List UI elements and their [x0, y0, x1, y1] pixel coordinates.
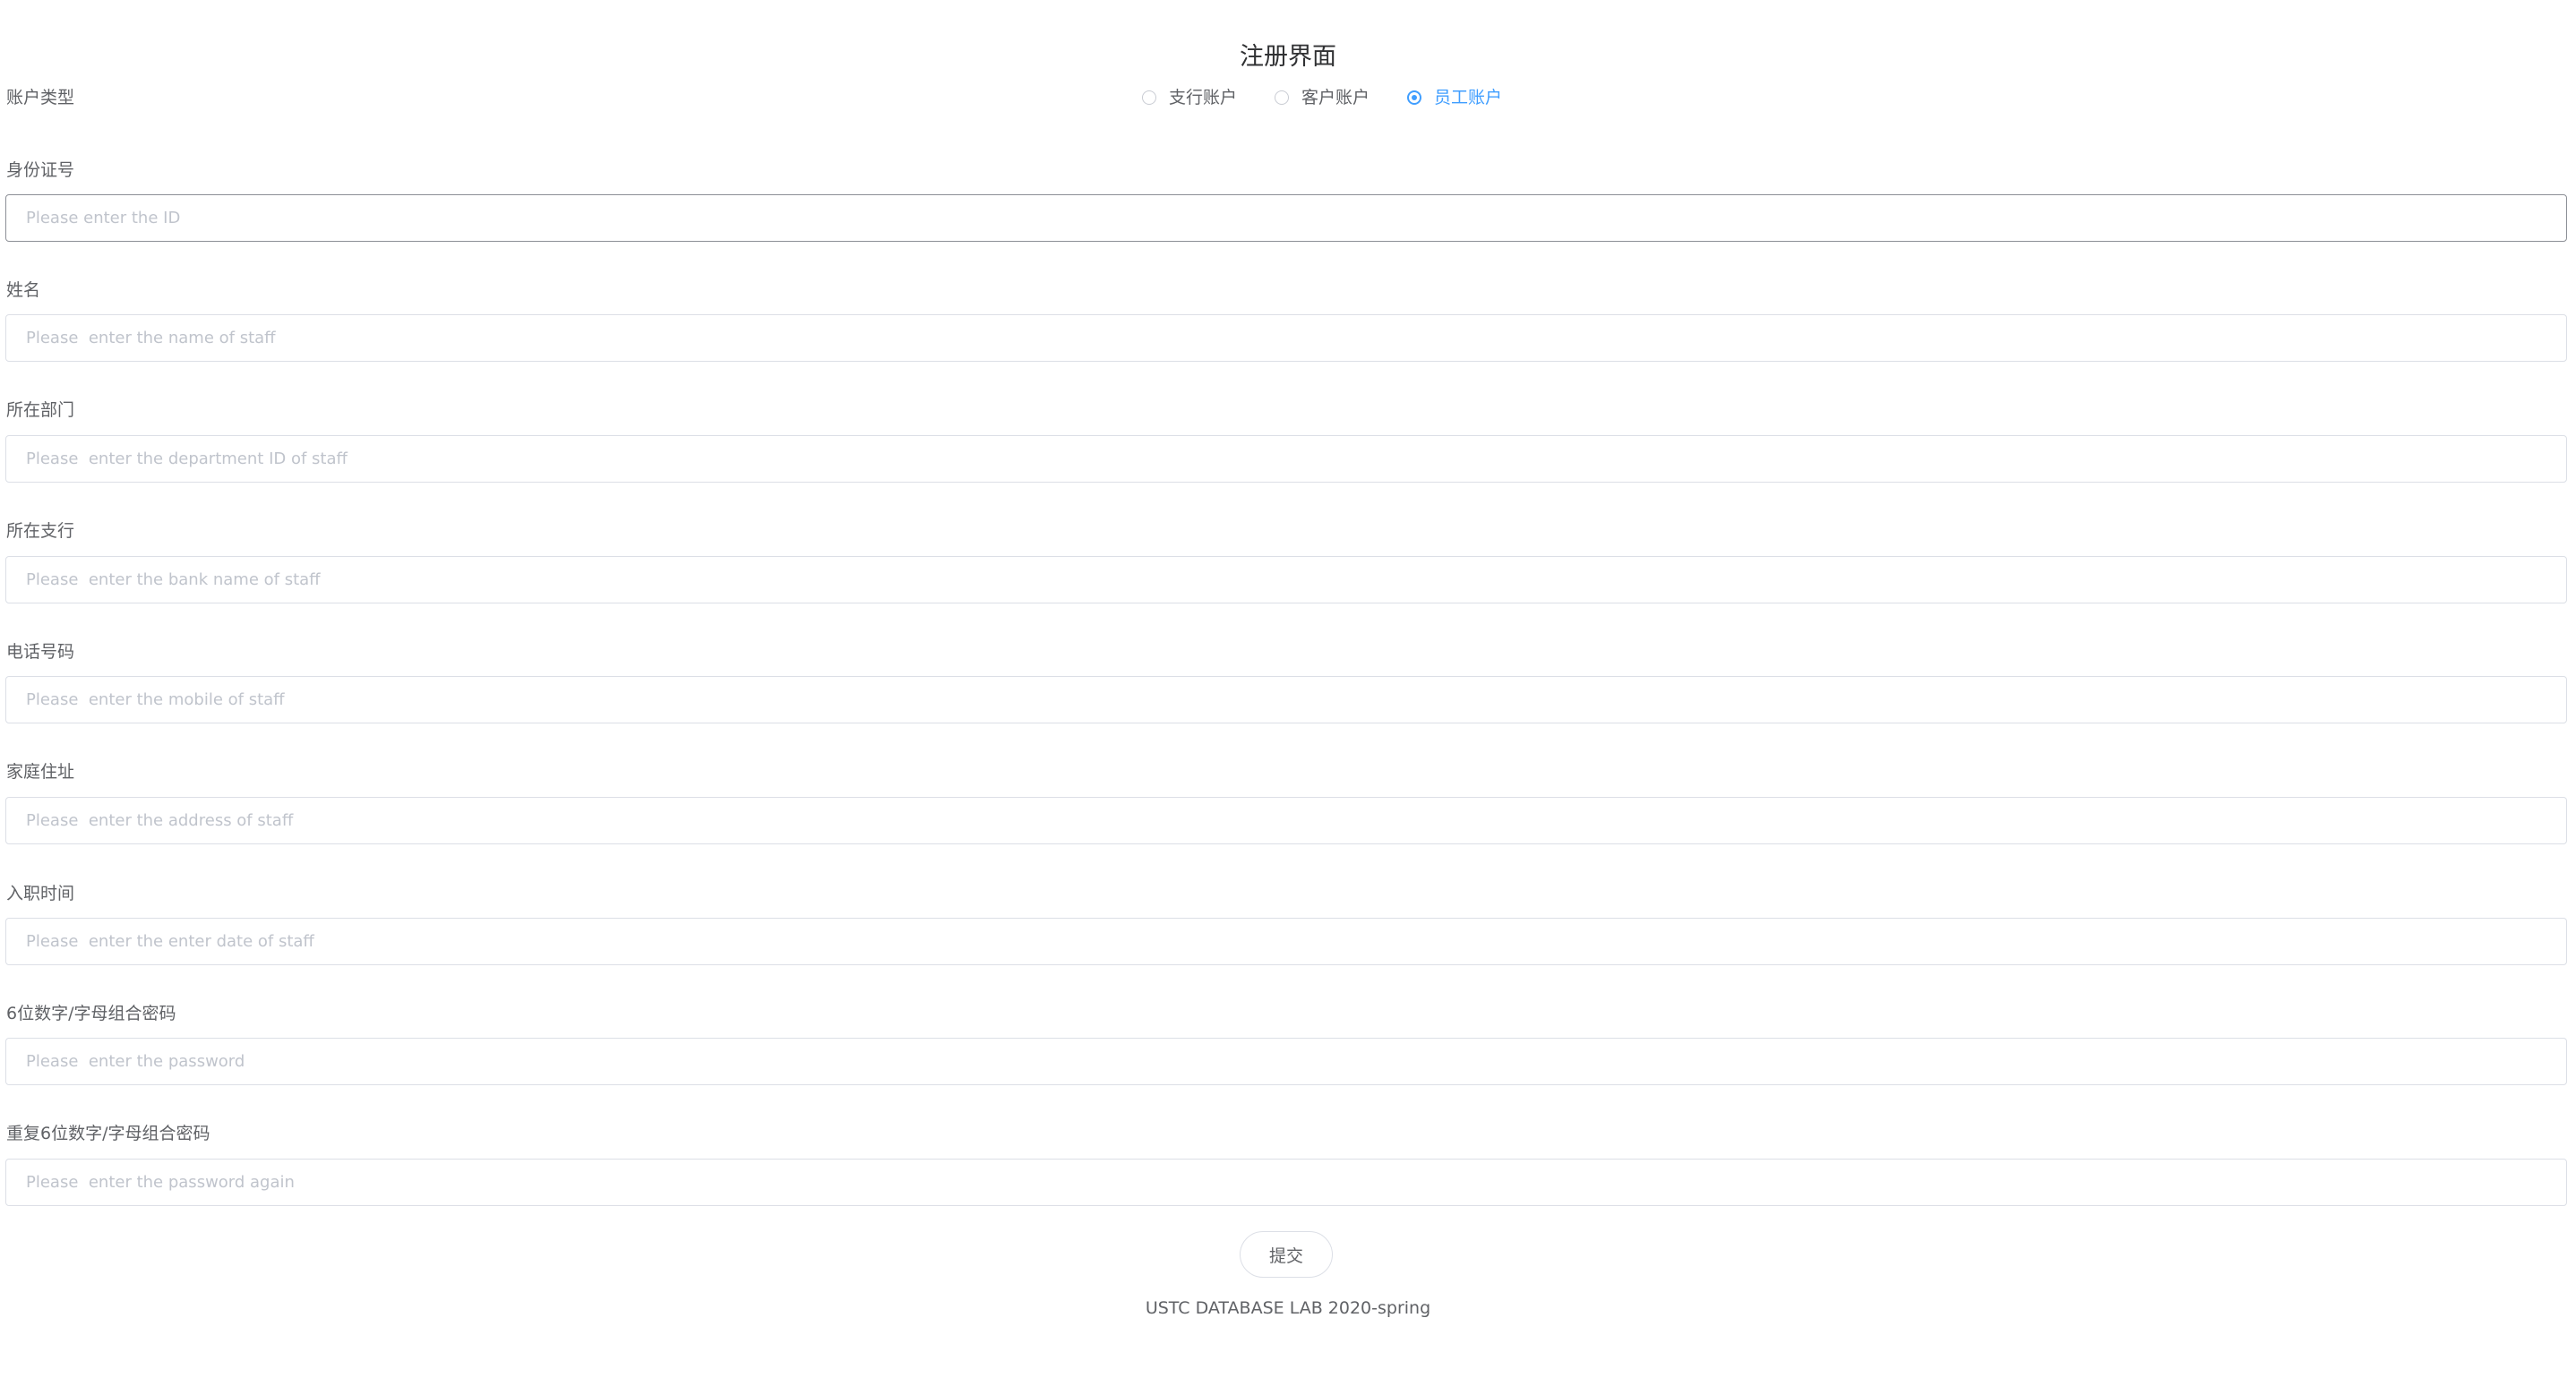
phone-input[interactable]: [5, 676, 2567, 723]
account-type-radio-group: 支行账户 客户账户 员工账户: [1142, 84, 1502, 111]
phone-label: 电话号码: [6, 642, 75, 662]
name-input[interactable]: [5, 314, 2567, 362]
password-input[interactable]: [5, 1038, 2567, 1085]
enter-date-input[interactable]: [5, 918, 2567, 965]
enter-date-label: 入职时间: [6, 884, 75, 903]
department-input[interactable]: [5, 435, 2567, 483]
password-label: 6位数字/字母组合密码: [6, 1004, 176, 1023]
id-input[interactable]: [5, 194, 2567, 242]
radio-customer-account[interactable]: 客户账户: [1275, 84, 1370, 111]
radio-circle-icon[interactable]: [1142, 90, 1156, 105]
footer-text: USTC DATABASE LAB 2020-spring: [1145, 1298, 1431, 1318]
bank-label: 所在支行: [6, 521, 75, 541]
radio-label: 支行账户: [1169, 88, 1238, 107]
name-label: 姓名: [6, 280, 41, 300]
id-label: 身份证号: [6, 160, 75, 180]
radio-staff-account[interactable]: 员工账户: [1407, 84, 1502, 111]
account-type-label: 账户类型: [6, 88, 75, 107]
department-label: 所在部门: [6, 400, 75, 420]
radio-label: 客户账户: [1301, 88, 1370, 107]
radio-checked-icon[interactable]: [1407, 90, 1422, 105]
repeat-password-label: 重复6位数字/字母组合密码: [6, 1124, 210, 1143]
page-title: 注册界面: [1240, 43, 1336, 71]
submit-button[interactable]: 提交: [1240, 1231, 1333, 1278]
address-label: 家庭住址: [6, 762, 75, 782]
bank-input[interactable]: [5, 556, 2567, 603]
radio-label: 员工账户: [1434, 88, 1503, 107]
repeat-password-input[interactable]: [5, 1159, 2567, 1206]
radio-branch-account[interactable]: 支行账户: [1142, 84, 1237, 111]
address-input[interactable]: [5, 797, 2567, 844]
radio-circle-icon[interactable]: [1275, 90, 1290, 105]
